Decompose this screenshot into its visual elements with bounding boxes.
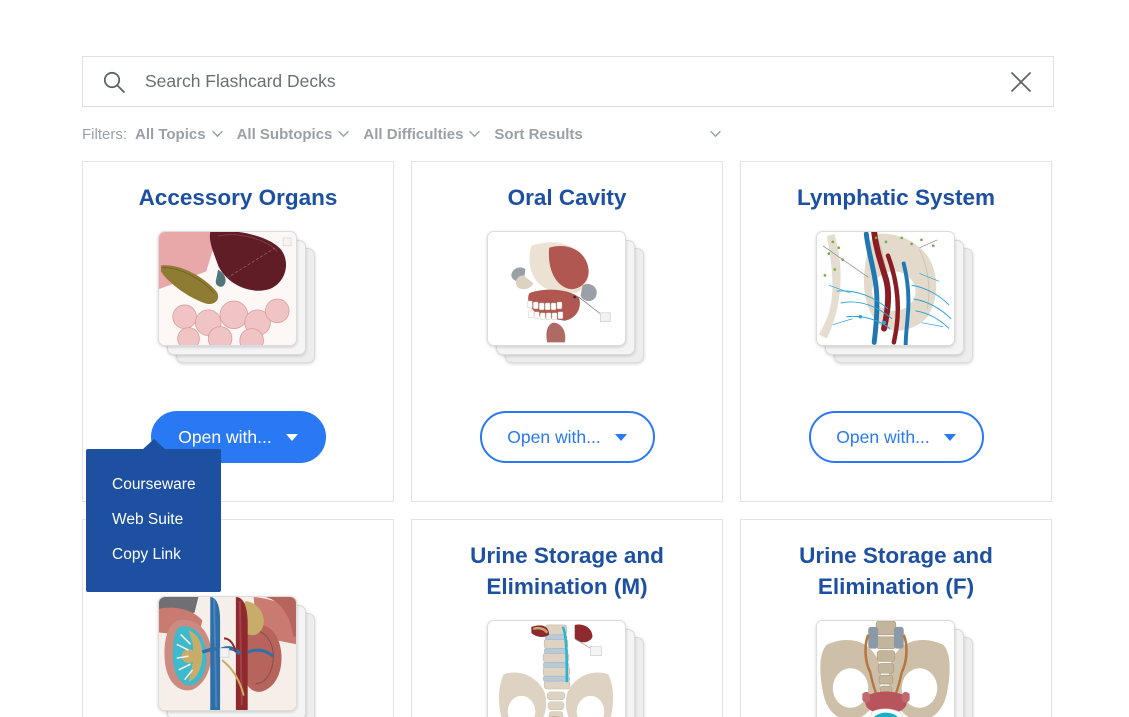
menu-item-courseware[interactable]: Courseware	[86, 467, 221, 502]
deck-title: Oral Cavity	[507, 185, 627, 210]
open-with-button[interactable]: Open with...	[479, 411, 655, 463]
filters-label: Filters:	[82, 125, 127, 143]
deck-card[interactable]: Lymphatic System Open with...	[740, 161, 1052, 502]
deck-card[interactable]: Urine Storage and Elimination (F)	[740, 519, 1052, 717]
caret-down-icon	[943, 433, 956, 441]
deck-title: Lymphatic System	[797, 185, 995, 210]
deck-title: Urine Storage and Elimination (F)	[799, 543, 993, 600]
deck-title: Urine Storage and Elimination (M)	[470, 543, 664, 600]
kidney-thumbnail	[158, 596, 318, 717]
deck-card[interactable]: Urine Storage and Elimination (M)	[411, 519, 723, 717]
open-with-button[interactable]: Open with...	[808, 411, 984, 463]
filter-all-topics-label: All Topics	[135, 125, 206, 143]
open-with-label: Open with...	[178, 426, 272, 447]
search-bar[interactable]	[82, 56, 1054, 107]
filter-sort-results[interactable]: Sort Results	[494, 125, 721, 143]
open-with-label: Open with...	[836, 426, 930, 447]
filter-all-topics[interactable]: All Topics	[135, 126, 223, 143]
caret-down-icon	[614, 433, 627, 441]
filter-all-subtopics-label: All Subtopics	[236, 125, 333, 143]
filter-all-difficulties[interactable]: All Difficulties	[363, 125, 481, 143]
chevron-down-icon	[338, 125, 350, 142]
chevron-down-icon	[211, 125, 223, 142]
flashcard-deck-grid: Accessory Organs Open with... Oral Cavit…	[82, 161, 1054, 717]
close-icon	[1011, 71, 1031, 92]
chevron-down-icon	[469, 125, 481, 142]
urine-female-thumbnail	[816, 620, 976, 717]
filter-all-difficulties-label: All Difficulties	[363, 125, 464, 143]
deck-title: Accessory Organs	[138, 185, 338, 210]
filter-sort-results-label: Sort Results	[494, 125, 583, 143]
lymphatic-system-thumbnail	[816, 231, 976, 366]
accessory-organs-thumbnail	[158, 231, 318, 366]
urine-male-thumbnail	[487, 620, 647, 717]
filter-all-subtopics[interactable]: All Subtopics	[237, 126, 350, 143]
search-icon	[83, 57, 145, 106]
flashcard-deck-browser: Filters: All Topics All Subtopics All Di…	[0, 0, 1129, 717]
deck-card[interactable]: Oral Cavity Open with...	[411, 161, 723, 502]
oral-cavity-thumbnail	[487, 231, 647, 366]
filter-bar: Filters: All Topics All Subtopics All Di…	[82, 122, 721, 146]
chevron-down-icon	[710, 125, 721, 142]
open-with-menu[interactable]: Courseware Web Suite Copy Link	[86, 439, 221, 592]
clear-search-button[interactable]	[989, 57, 1053, 106]
search-input[interactable]	[145, 57, 989, 106]
menu-item-copy-link[interactable]: Copy Link	[86, 537, 221, 572]
open-with-label: Open with...	[507, 426, 601, 447]
caret-down-icon	[285, 433, 298, 441]
menu-item-web-suite[interactable]: Web Suite	[86, 502, 221, 537]
